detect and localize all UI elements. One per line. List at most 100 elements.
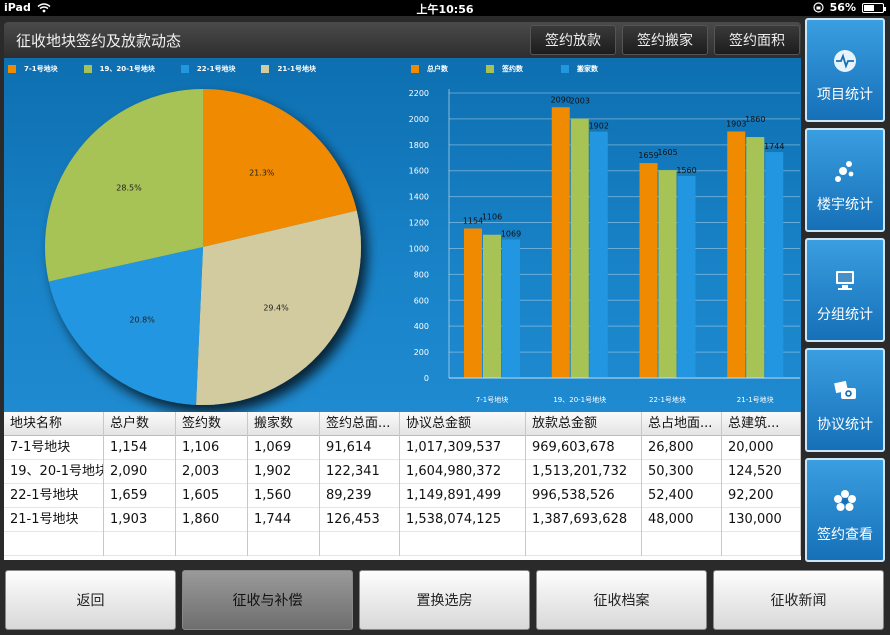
back-button[interactable]: 返回: [5, 570, 176, 630]
nav-replacement-housing[interactable]: 置换选房: [359, 570, 530, 630]
table-row[interactable]: 19、20-1号地块 2,090 2,003 1,902 122,341 1,604,98…: [4, 460, 801, 484]
sidebar-item-building-stats[interactable]: 楼宇统计: [805, 128, 885, 232]
table-cell: 2,003: [176, 460, 248, 484]
sidebar-item-agreement-stats[interactable]: 协议统计: [805, 348, 885, 452]
bar-value-label: 2003: [570, 97, 590, 106]
right-sidebar: 项目统计 楼宇统计 分组统计 协议统计 签约查看: [805, 18, 887, 563]
table-cell: [400, 532, 526, 556]
table-cell: 1,860: [176, 508, 248, 532]
bar: [727, 131, 746, 378]
bar: [639, 163, 658, 378]
sidebar-item-label: 签约查看: [817, 527, 873, 543]
bar-value-label: 1069: [501, 230, 521, 239]
table-row[interactable]: 21-1号地块 1,903 1,860 1,744 126,453 1,538,074,1…: [4, 508, 801, 532]
table-cell: 1,069: [248, 436, 320, 460]
page-title: 征收地块签约及放款动态: [16, 32, 182, 50]
table-cell: 126,453: [320, 508, 400, 532]
bottom-nav: 返回 征收与补偿 置换选房 征收档案 征收新闻: [0, 563, 890, 635]
bar-value-label: 1902: [589, 122, 609, 131]
table-cell: [104, 532, 176, 556]
x-tick-label: 7-1号地块: [476, 395, 508, 404]
table-cell: 124,520: [722, 460, 801, 484]
y-tick-label: 1400: [409, 193, 429, 202]
bar-value-label: 1744: [764, 142, 784, 151]
status-time: 上午10:56: [416, 3, 474, 16]
bar: [483, 234, 501, 378]
column-header: 签约总面...: [320, 412, 400, 436]
table-cell: 26,800: [642, 436, 722, 460]
table-cell: [320, 532, 400, 556]
table-cell: 1,560: [248, 484, 320, 508]
table-cell: 1,154: [104, 436, 176, 460]
table-cell: 21-1号地块: [4, 508, 104, 532]
table-row[interactable]: 7-1号地块 1,154 1,106 1,069 91,614 1,017,309,537…: [4, 436, 801, 460]
table-cell: 20,000: [722, 436, 801, 460]
table-cell: 92,200: [722, 484, 801, 508]
table-row[interactable]: 22-1号地块 1,659 1,605 1,560 89,239 1,149,891,49…: [4, 484, 801, 508]
x-tick-label: 22-1号地块: [649, 395, 686, 404]
table-cell: 19、20-1号地块: [4, 460, 104, 484]
y-tick-label: 200: [414, 348, 429, 357]
sidebar-item-label: 协议统计: [817, 417, 873, 433]
table-cell: 52,400: [642, 484, 722, 508]
table-cell: 1,106: [176, 436, 248, 460]
y-tick-label: 1000: [409, 244, 429, 253]
bar-value-label: 1659: [638, 151, 658, 160]
table-cell: 1,387,693,628: [526, 508, 642, 532]
table-cell: 22-1号地块: [4, 484, 104, 508]
sidebar-item-group-stats[interactable]: 分组统计: [805, 238, 885, 342]
bar-value-label: 2090: [551, 95, 571, 104]
table-header: 地块名称 总户数 签约数 搬家数 签约总面... 协议总金额 放款总金额 总占地面... 总建筑…: [4, 412, 801, 436]
bar: [677, 175, 696, 378]
y-tick-label: 800: [414, 270, 429, 279]
table-cell: 50,300: [642, 460, 722, 484]
column-header: 总建筑...: [722, 412, 801, 436]
nav-expropriation-archive[interactable]: 征收档案: [536, 570, 707, 630]
x-tick-label: 19、20-1号地块: [553, 395, 606, 404]
bar-value-label: 1860: [745, 115, 765, 124]
table-cell: 1,744: [248, 508, 320, 532]
rotation-lock-icon: [813, 2, 824, 13]
bar-chart: 0 200 400 600 800 1000 1200 1400 1600 1800 2000 220…: [409, 89, 800, 404]
bar-value-label: 1154: [463, 217, 483, 226]
table-row[interactable]: [4, 532, 801, 556]
sidebar-item-project-stats[interactable]: 项目统计: [805, 18, 885, 122]
pie-slice-label: 29.4%: [263, 303, 289, 312]
status-bar: iPad 上午10:56 56%: [0, 0, 890, 16]
bar: [765, 152, 784, 378]
nav-expropriation-news[interactable]: 征收新闻: [713, 570, 884, 630]
computer-icon: [836, 271, 854, 290]
table-cell: 1,605: [176, 484, 248, 508]
nav-expropriation-compensation[interactable]: 征收与补偿: [182, 570, 353, 630]
y-tick-label: 1200: [409, 219, 429, 228]
table-cell: [248, 532, 320, 556]
y-tick-label: 600: [414, 296, 429, 305]
bar-value-label: 1106: [482, 213, 502, 222]
sidebar-item-label: 分组统计: [817, 307, 873, 323]
y-tick-label: 2000: [409, 115, 429, 124]
battery-icon: [862, 2, 886, 13]
y-tick-label: 1800: [409, 141, 429, 150]
table-cell: 1,513,201,732: [526, 460, 642, 484]
column-header: 搬家数: [248, 412, 320, 436]
column-header: 地块名称: [4, 412, 104, 436]
y-tick-label: 2200: [409, 89, 429, 98]
table-cell: 1,149,891,499: [400, 484, 526, 508]
table-cell: [4, 532, 104, 556]
table-cell: 91,614: [320, 436, 400, 460]
y-tick-label: 0: [424, 374, 429, 383]
table-cell: 1,017,309,537: [400, 436, 526, 460]
pie-slice-label: 28.5%: [116, 184, 142, 193]
column-header: 放款总金额: [526, 412, 642, 436]
sign-loan-button[interactable]: 签约放款: [530, 25, 616, 55]
table-cell: [642, 532, 722, 556]
y-tick-label: 400: [414, 322, 429, 331]
sign-area-button[interactable]: 签约面积: [714, 25, 800, 55]
column-header: 总户数: [104, 412, 176, 436]
pie-slice-label: 21.3%: [249, 169, 275, 178]
sign-move-button[interactable]: 签约搬家: [622, 25, 708, 55]
table-cell: [176, 532, 248, 556]
table-cell: 89,239: [320, 484, 400, 508]
table-cell: 130,000: [722, 508, 801, 532]
sidebar-item-sign-view[interactable]: 签约查看: [805, 458, 885, 562]
